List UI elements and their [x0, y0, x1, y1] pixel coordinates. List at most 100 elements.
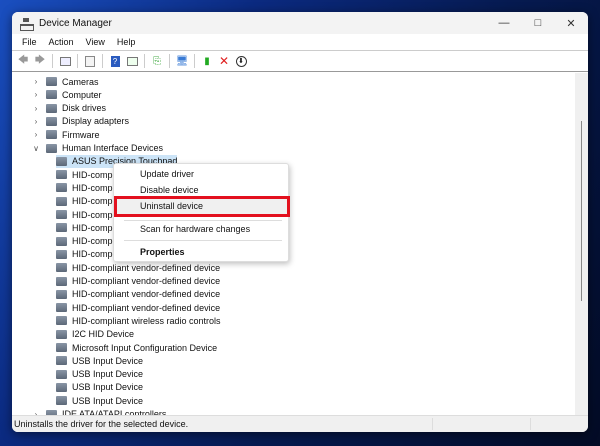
- help-icon[interactable]: ?: [108, 54, 122, 68]
- device-icon: [56, 183, 67, 193]
- chevron-right-icon[interactable]: ›: [32, 104, 40, 113]
- maximize-button[interactable]: □: [521, 12, 555, 34]
- category-item[interactable]: ∨ Human Interface Devices: [32, 142, 163, 155]
- tree-item-label: HID-compliant vendor-defined device: [72, 276, 221, 286]
- device-item[interactable]: USB Input Device: [56, 394, 143, 407]
- device-icon: [56, 223, 67, 233]
- title-bar: Device Manager — □ ✕: [12, 12, 588, 34]
- menu-bar: File Action View Help: [12, 34, 588, 51]
- tree-item-label: Firmware: [62, 129, 100, 140]
- properties-icon[interactable]: [83, 54, 97, 68]
- tree-item-label: Computer: [62, 89, 102, 100]
- category-item[interactable]: › Display adapters: [32, 115, 129, 128]
- device-icon: [56, 289, 67, 299]
- close-button[interactable]: ✕: [554, 12, 588, 34]
- device-item[interactable]: Microsoft Input Configuration Device: [56, 341, 217, 354]
- device-icon: [46, 130, 57, 140]
- device-icon: [56, 210, 67, 219]
- menu-help[interactable]: Help: [111, 37, 142, 47]
- device-icon: [46, 143, 57, 153]
- device-item[interactable]: I2C HID Device: [56, 328, 134, 341]
- menu-view[interactable]: View: [80, 37, 111, 47]
- window-title: Device Manager: [39, 17, 112, 29]
- device-item[interactable]: HID-compliant vendor-defined device: [56, 288, 220, 301]
- tree-item-label: Display adapters: [62, 116, 130, 127]
- device-icon: [56, 249, 67, 259]
- chevron-right-icon[interactable]: ›: [32, 90, 40, 99]
- chevron-right-icon[interactable]: ›: [32, 77, 40, 86]
- tree-item-label: USB Input Device: [72, 382, 144, 393]
- category-item[interactable]: › Firmware: [32, 128, 100, 141]
- device-icon: [56, 196, 67, 206]
- tree-item-label: HID-compliant vendor-defined device: [72, 289, 221, 300]
- tree-item-label: USB Input Device: [72, 355, 144, 366]
- status-text: Uninstalls the driver for the selected d…: [14, 419, 189, 429]
- device-item[interactable]: USB Input Device: [56, 354, 143, 367]
- tree-item-label: Human Interface Devices: [62, 143, 164, 153]
- tree-item-label: USB Input Device: [72, 395, 144, 406]
- scrollbar-thumb[interactable]: [581, 121, 582, 301]
- menu-item-disable-device[interactable]: Disable device: [140, 185, 199, 195]
- vertical-scrollbar[interactable]: [575, 73, 588, 416]
- device-item[interactable]: HID-compliant vendor-defined device: [56, 301, 220, 314]
- category-item[interactable]: › Cameras: [32, 75, 99, 88]
- device-item[interactable]: HID-compliant vendor-defined device: [56, 275, 220, 288]
- action-pane-icon[interactable]: [125, 54, 139, 68]
- menu-item-properties[interactable]: Properties: [140, 247, 185, 257]
- device-item[interactable]: USB Input Device: [56, 368, 143, 381]
- tree-item-label: HID-compliant vendor-defined device: [72, 302, 221, 313]
- minimize-button[interactable]: —: [487, 12, 521, 34]
- tree-item-label: USB Input Device: [72, 369, 144, 380]
- device-icon: [56, 156, 67, 166]
- scan-hardware-icon[interactable]: 🖥: [175, 54, 189, 68]
- device-icon: [56, 276, 67, 286]
- device-manager-window: Device Manager — □ ✕ File Action View He…: [12, 12, 588, 432]
- device-tree[interactable]: › Cameras › Computer › Disk drives › Display ad…: [12, 73, 575, 416]
- toolbar: 🡄 🡆 ? ⎘ 🖥 ▮ ✕ ⬇: [12, 51, 588, 72]
- device-icon: [56, 382, 67, 392]
- device-icon: [56, 236, 67, 246]
- device-icon: [56, 356, 67, 366]
- enable-device-icon[interactable]: ▮: [200, 54, 214, 68]
- chevron-down-icon[interactable]: ∨: [32, 144, 40, 153]
- menu-action[interactable]: Action: [43, 37, 80, 47]
- device-manager-icon: [20, 17, 34, 31]
- show-hide-tree-icon[interactable]: [58, 54, 72, 68]
- forward-icon[interactable]: 🡆: [33, 54, 47, 68]
- device-icon: [46, 77, 57, 86]
- chevron-right-icon[interactable]: ›: [32, 130, 40, 139]
- device-item[interactable]: USB Input Device: [56, 381, 143, 394]
- tree-item-label: HID-compliant wireless radio controls: [72, 315, 221, 326]
- device-icon: [56, 303, 67, 313]
- tree-item-label: Microsoft Input Configuration Device: [72, 342, 218, 353]
- back-icon[interactable]: 🡄: [16, 54, 30, 68]
- device-icon: [56, 369, 67, 379]
- device-icon: [56, 396, 67, 406]
- chevron-right-icon[interactable]: ›: [32, 117, 40, 126]
- menu-item-scan-hardware[interactable]: Scan for hardware changes: [140, 224, 250, 234]
- device-icon: [46, 103, 57, 113]
- device-icon: [56, 263, 67, 273]
- device-item[interactable]: HID-compliant wireless radio controls: [56, 314, 221, 327]
- status-bar: Uninstalls the driver for the selected d…: [12, 415, 588, 432]
- device-item[interactable]: HID-compliant vendor-defined device: [56, 261, 220, 274]
- device-icon: [56, 343, 67, 352]
- device-icon: [56, 316, 67, 326]
- device-icon: [56, 170, 67, 180]
- tree-item-label: Cameras: [62, 76, 99, 87]
- uninstall-icon[interactable]: ✕: [217, 54, 231, 68]
- menu-file[interactable]: File: [16, 37, 43, 47]
- device-icon: [46, 90, 57, 100]
- device-icon: [46, 116, 57, 126]
- tree-item-label: HID-compliant vendor-defined device: [72, 262, 221, 273]
- tree-item-label: I2C HID Device: [72, 329, 135, 340]
- menu-item-uninstall-device[interactable]: Uninstall device: [140, 201, 203, 211]
- category-item[interactable]: › Disk drives: [32, 102, 106, 115]
- download-icon[interactable]: ⬇: [234, 54, 248, 68]
- category-item[interactable]: › Computer: [32, 88, 102, 101]
- tree-item-label: Disk drives: [62, 103, 107, 114]
- update-driver-icon[interactable]: ⎘: [150, 54, 164, 68]
- device-icon: [56, 329, 67, 339]
- menu-item-update-driver[interactable]: Update driver: [140, 169, 194, 179]
- context-menu: Update driver Disable device Uninstall d…: [113, 163, 290, 262]
